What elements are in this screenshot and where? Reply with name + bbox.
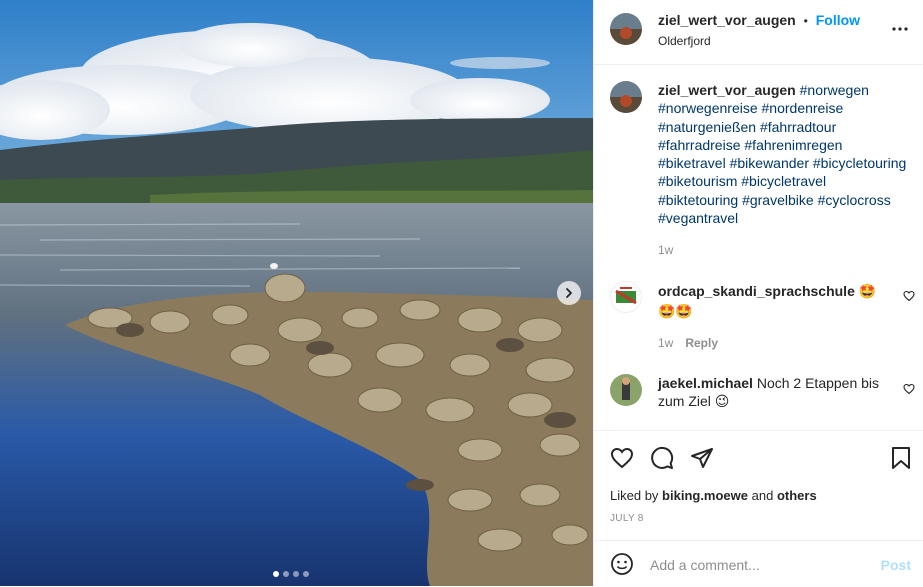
hashtag-link[interactable]: #biketourism bbox=[658, 173, 737, 189]
hashtag-link[interactable]: #norwegenreise bbox=[658, 100, 758, 116]
comment-like-button[interactable] bbox=[903, 382, 915, 400]
carousel-dot bbox=[303, 571, 309, 577]
likes-summary: Liked by biking.moewe and others bbox=[610, 488, 817, 503]
like-button[interactable] bbox=[610, 446, 634, 475]
heart-icon bbox=[610, 447, 634, 469]
hashtag-link[interactable]: #bicycletouring bbox=[813, 155, 906, 171]
emoji-icon bbox=[611, 553, 633, 575]
comment-input[interactable]: Add a comment... bbox=[650, 557, 760, 573]
caption-age: 1w bbox=[658, 243, 674, 258]
hashtag-link[interactable]: #nordenreise bbox=[762, 100, 844, 116]
hashtag-link[interactable]: #biktetouring bbox=[658, 192, 738, 208]
more-options-button[interactable] bbox=[891, 20, 909, 43]
post-header-top: ziel_wert_vor_augen • Follow bbox=[658, 12, 860, 28]
post-header: ziel_wert_vor_augen • Follow Olderfjord bbox=[594, 0, 923, 65]
hashtag-link[interactable]: #fahrenimregen bbox=[744, 137, 842, 153]
post-photo[interactable] bbox=[0, 0, 593, 586]
bookmark-icon bbox=[892, 447, 910, 469]
chevron-right-icon bbox=[566, 288, 572, 298]
location-link[interactable]: Olderfjord bbox=[658, 34, 711, 48]
avatar[interactable] bbox=[610, 13, 642, 45]
carousel-dot bbox=[273, 571, 279, 577]
comment-button[interactable] bbox=[650, 446, 674, 475]
comment-item: jaekel.michael Noch 2 Etappen bis zum Zi… bbox=[658, 374, 888, 410]
hashtag-link[interactable]: #fahrradreise bbox=[658, 137, 741, 153]
comment-username[interactable]: jaekel.michael bbox=[658, 375, 753, 391]
likes-middle: and bbox=[748, 488, 777, 503]
comments-list[interactable]: ziel_wert_vor_augen #norwegen #norwegenr… bbox=[594, 65, 923, 430]
reply-button[interactable]: Reply bbox=[685, 336, 718, 350]
comment-item: ordcap_skandi_sprachschule 🤩🤩🤩 1w Reply bbox=[658, 281, 888, 353]
caption: ziel_wert_vor_augen #norwegen #norwegenr… bbox=[658, 81, 908, 260]
likes-prefix: Liked by bbox=[610, 488, 663, 503]
caption-avatar[interactable] bbox=[610, 81, 642, 113]
hashtag-link[interactable]: #norwegen bbox=[800, 82, 869, 98]
carousel-dot bbox=[283, 571, 289, 577]
hashtag-link[interactable]: #fahrradtour bbox=[760, 119, 836, 135]
save-button[interactable] bbox=[889, 446, 913, 475]
share-icon bbox=[691, 448, 713, 468]
caption-hashtags: #norwegen #norwegenreise #nordenreise #n… bbox=[658, 82, 906, 226]
comment-like-button[interactable] bbox=[903, 289, 915, 307]
more-icon bbox=[892, 27, 908, 31]
hashtag-link[interactable]: #bikewander bbox=[730, 155, 809, 171]
caption-username[interactable]: ziel_wert_vor_augen bbox=[658, 82, 796, 98]
post-date[interactable]: JULY 8 bbox=[610, 513, 644, 524]
carousel-indicator bbox=[273, 571, 309, 577]
share-button[interactable] bbox=[690, 446, 714, 475]
post-side-panel: ziel_wert_vor_augen • Follow Olderfjord … bbox=[593, 0, 923, 586]
avatar-image bbox=[610, 81, 642, 113]
author-username[interactable]: ziel_wert_vor_augen bbox=[658, 12, 796, 28]
hashtag-link[interactable]: #bicycletravel bbox=[741, 173, 826, 189]
commenter-avatar[interactable] bbox=[610, 374, 642, 406]
commenter-avatar[interactable] bbox=[610, 281, 642, 313]
post-actions: Liked by biking.moewe and others JULY 8 bbox=[594, 430, 923, 541]
separator-dot: • bbox=[803, 14, 808, 28]
emoji-button[interactable] bbox=[610, 552, 634, 581]
post-comment-button[interactable]: Post bbox=[881, 557, 911, 573]
landscape-image bbox=[0, 0, 593, 586]
school-logo-icon bbox=[615, 287, 637, 305]
comment-username[interactable]: ordcap_skandi_sprachschule bbox=[658, 283, 855, 299]
likes-others[interactable]: others bbox=[777, 488, 817, 503]
heart-icon bbox=[903, 383, 915, 395]
avatar-image bbox=[610, 374, 642, 406]
hashtag-link[interactable]: #vegantravel bbox=[658, 210, 738, 226]
heart-icon bbox=[903, 290, 915, 302]
hashtag-link[interactable]: #cyclocross bbox=[818, 192, 891, 208]
comment-age: 1w bbox=[658, 336, 674, 350]
hashtag-link[interactable]: #gravelbike bbox=[742, 192, 814, 208]
comment-meta: 1w Reply bbox=[658, 333, 888, 353]
hashtag-link[interactable]: #biketravel bbox=[658, 155, 726, 171]
carousel-next-button[interactable] bbox=[557, 281, 581, 305]
avatar-image bbox=[610, 13, 642, 45]
add-comment-bar: Add a comment... Post bbox=[594, 540, 923, 587]
hashtag-link[interactable]: #naturgenießen bbox=[658, 119, 756, 135]
comment-icon bbox=[651, 447, 674, 469]
likes-user[interactable]: biking.moewe bbox=[662, 488, 748, 503]
carousel-dot bbox=[293, 571, 299, 577]
follow-button[interactable]: Follow bbox=[816, 12, 860, 28]
